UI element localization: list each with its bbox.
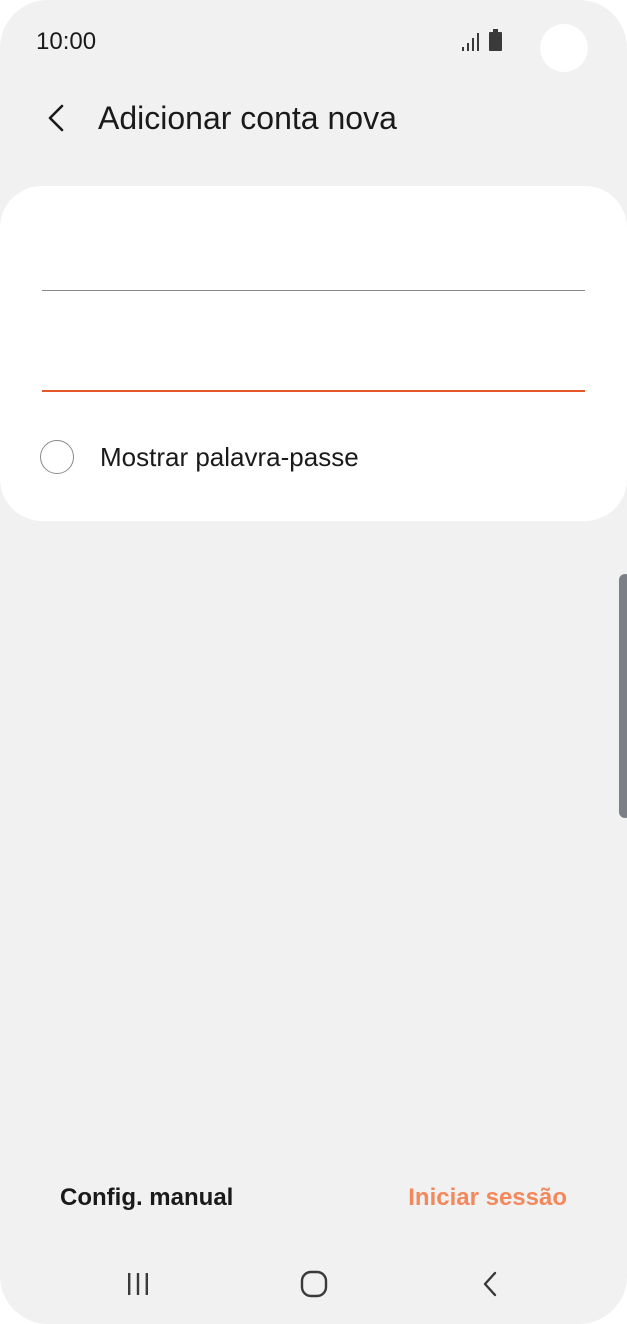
status-time: 10:00 xyxy=(36,28,97,55)
home-button[interactable] xyxy=(284,1266,344,1302)
manual-setup-button[interactable]: Config. manual xyxy=(60,1184,233,1212)
recents-button[interactable] xyxy=(108,1266,168,1302)
bottom-actions: Config. manual Iniciar sessão xyxy=(0,1176,627,1226)
camera-cutout xyxy=(540,24,588,72)
app-bar: Adicionar conta nova xyxy=(0,80,627,160)
back-button[interactable] xyxy=(36,98,76,138)
show-password-toggle[interactable]: Mostrar palavra-passe xyxy=(40,437,359,477)
show-password-radio[interactable] xyxy=(40,440,74,474)
password-field[interactable] xyxy=(42,330,589,392)
status-bar: 10:00 xyxy=(0,0,627,80)
chevron-left-icon xyxy=(48,104,64,132)
email-field[interactable] xyxy=(42,230,589,292)
navigation-bar xyxy=(0,1252,627,1316)
sign-in-button[interactable]: Iniciar sessão xyxy=(408,1184,567,1212)
signal-icon xyxy=(462,33,482,56)
email-input[interactable] xyxy=(42,230,589,292)
battery-icon xyxy=(489,29,502,51)
back-icon xyxy=(483,1271,497,1297)
scroll-handle[interactable] xyxy=(619,574,627,818)
recents-icon xyxy=(128,1273,148,1295)
show-password-label: Mostrar palavra-passe xyxy=(100,441,359,472)
page-title: Adicionar conta nova xyxy=(98,100,397,136)
account-form-card: Mostrar palavra-passe xyxy=(0,186,627,521)
password-input[interactable] xyxy=(42,330,589,392)
nav-back-button[interactable] xyxy=(460,1266,520,1302)
phone-screen: 10:00 Adicionar conta nova Mostrar palav… xyxy=(0,0,627,1324)
home-icon xyxy=(300,1270,328,1298)
